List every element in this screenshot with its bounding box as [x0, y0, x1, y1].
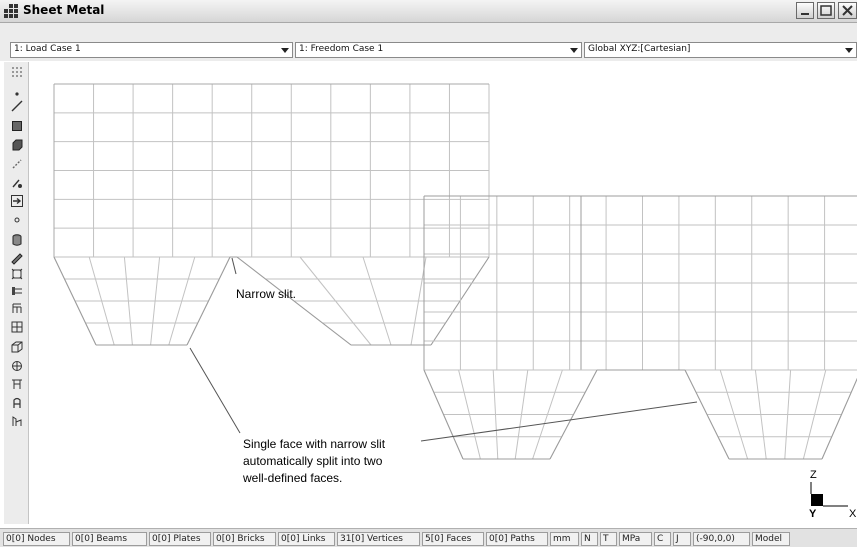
coordinate-system-value: Global XYZ:[Cartesian] [588, 44, 691, 54]
dropdown-arrow-icon [570, 48, 578, 53]
load-case-value: 1: Load Case 1 [14, 44, 81, 54]
cylinder-icon[interactable] [11, 234, 23, 246]
vertex-icon[interactable] [11, 177, 23, 189]
node-icon[interactable] [11, 88, 23, 100]
status-item: Model [752, 532, 790, 546]
app-grid-icon [4, 4, 18, 18]
status-item: mm [550, 532, 579, 546]
status-item: 0[0] Nodes [3, 532, 70, 546]
restraint-icon[interactable] [11, 397, 23, 409]
dropdown-arrow-icon [845, 48, 853, 53]
title-bar: Sheet Metal [0, 0, 857, 23]
path-icon[interactable] [11, 285, 23, 297]
brick-icon[interactable] [11, 139, 23, 151]
minimize-button[interactable] [796, 2, 814, 19]
leader-face-left [189, 347, 241, 434]
point-icon[interactable] [11, 214, 23, 226]
status-item: N [581, 532, 598, 546]
axis-origin-marker [811, 494, 823, 506]
axis-x-label: X [849, 508, 857, 520]
sweep-icon[interactable] [11, 415, 23, 427]
coordinate-system-select[interactable]: Global XYZ:[Cartesian] [584, 42, 857, 58]
annotation-split-line-1: Single face with narrow slit [243, 437, 386, 451]
mesh-icon[interactable] [11, 341, 23, 353]
dropdown-arrow-icon [281, 48, 289, 53]
status-item: C [654, 532, 671, 546]
maximize-icon [820, 5, 832, 16]
status-item: 0[0] Paths [486, 532, 548, 546]
link-icon[interactable] [11, 158, 23, 170]
axis-y-label: Y [809, 508, 817, 520]
line-beam-icon[interactable] [11, 100, 23, 112]
plate-icon[interactable] [11, 120, 23, 132]
extrude-icon[interactable] [11, 302, 23, 314]
annotation-split-line-3: well-defined faces. [243, 471, 343, 485]
minimize-icon [801, 13, 809, 15]
close-icon [842, 5, 853, 16]
leader-face-right [420, 401, 698, 442]
toolbar-grip-icon [12, 67, 22, 77]
load-case-select[interactable]: 1: Load Case 1 [10, 42, 293, 58]
status-item: J [673, 532, 691, 546]
beam-section-icon[interactable] [11, 378, 23, 390]
status-item: 0[0] Plates [149, 532, 211, 546]
close-button[interactable] [838, 2, 857, 19]
freedom-case-value: 1: Freedom Case 1 [299, 44, 384, 54]
axis-z-label: Z [810, 469, 817, 481]
status-item: T [600, 532, 617, 546]
model-viewport[interactable] [29, 62, 857, 524]
status-item: (-90,0,0) [693, 532, 750, 546]
maximize-button[interactable] [817, 2, 835, 19]
face-icon[interactable] [11, 268, 23, 280]
leader-slit [231, 257, 237, 275]
status-item: MPa [619, 532, 652, 546]
grid-icon[interactable] [11, 321, 23, 333]
status-bar: 0[0] Nodes 0[0] Beams 0[0] Plates 0[0] Bric… [0, 528, 857, 547]
status-item: 31[0] Vertices [337, 532, 420, 546]
status-item: 5[0] Faces [422, 532, 484, 546]
load-arrow-icon[interactable] [11, 195, 23, 207]
mesh-drawing [53, 83, 857, 507]
status-item: 0[0] Beams [72, 532, 147, 546]
annotation-split-line-2: automatically split into two [243, 454, 383, 468]
solid-mesh-icon[interactable] [11, 360, 23, 372]
status-item: 0[0] Bricks [213, 532, 276, 546]
status-item: 0[0] Links [278, 532, 335, 546]
ruler-icon[interactable] [11, 253, 23, 265]
annotation-narrow-slit: Narrow slit. [236, 287, 297, 301]
freedom-case-select[interactable]: 1: Freedom Case 1 [295, 42, 582, 58]
window-title: Sheet Metal [23, 3, 105, 17]
